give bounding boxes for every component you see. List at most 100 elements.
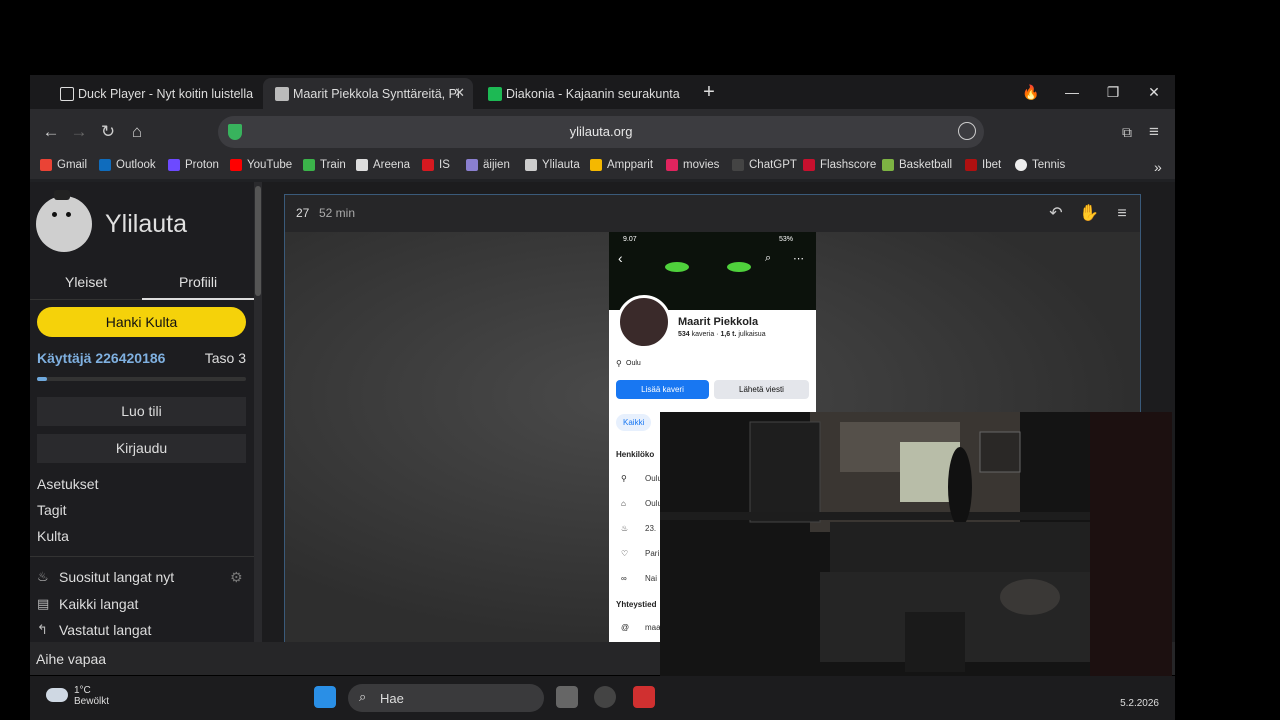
tabs-overview-icon[interactable]: ⧉ <box>1116 121 1138 143</box>
close-tab-icon[interactable]: ✕ <box>454 85 465 101</box>
back-icon: ‹ <box>618 250 623 266</box>
assistant-icon[interactable] <box>958 122 976 140</box>
tags-link[interactable]: Tagit <box>37 502 67 518</box>
reload-button[interactable]: ↻ <box>97 121 119 143</box>
search-placeholder: Hae <box>380 691 404 706</box>
bookmarks-overflow-icon[interactable]: » <box>1154 159 1162 175</box>
bookmarks-bar: Gmail Outlook Proton YouTube Train Areen… <box>30 155 1175 179</box>
app-icon[interactable] <box>594 686 616 708</box>
tab-label: Duck Player - Nyt koitin luistella <box>78 86 254 101</box>
list-icon: ▤ <box>37 596 50 611</box>
tab-diakonia[interactable]: Diakonia - Kajaanin seurakunta <box>476 78 692 109</box>
menu-icon[interactable]: ≡ <box>1143 121 1165 143</box>
bookmark-label: ChatGPT <box>749 159 797 171</box>
bookmark-ylilauta[interactable]: Ylilauta <box>525 159 580 171</box>
gear-icon[interactable]: ⚙ <box>230 569 243 586</box>
bookmark-is[interactable]: IS <box>422 159 450 171</box>
task-view-icon[interactable] <box>556 686 578 708</box>
section-personal: Henkilöko <box>616 450 655 459</box>
tab-strip: Duck Player - Nyt koitin luistella Maari… <box>30 75 1175 109</box>
ampparit-icon <box>590 159 602 171</box>
bookmark-outlook[interactable]: Outlook <box>99 159 156 171</box>
camera-feed <box>660 412 1172 700</box>
bookmark-chatgpt[interactable]: ChatGPT <box>732 159 797 171</box>
bookmark-basketball[interactable]: Basketball <box>882 159 952 171</box>
friends-count: 534 <box>678 331 690 338</box>
app-icon[interactable] <box>633 686 655 708</box>
active-tab-indicator <box>142 298 254 300</box>
gold-link[interactable]: Kulta <box>37 528 69 544</box>
sidebar-scrollbar[interactable] <box>254 182 262 642</box>
battery-level: 53% <box>779 236 794 243</box>
bookmark-ampparit[interactable]: Ampparit <box>590 159 653 171</box>
is-icon <box>422 159 434 171</box>
clock-date[interactable]: 5.2.2026 <box>1120 698 1159 709</box>
bookmark-aijien[interactable]: äijien <box>466 159 510 171</box>
sidebar-divider <box>30 556 254 557</box>
get-gold-button[interactable]: Hanki Kulta <box>37 307 246 337</box>
start-icon[interactable] <box>314 686 336 708</box>
taskbar-search[interactable]: ⌕ Hae <box>348 684 544 712</box>
close-window-button[interactable]: ✕ <box>1139 81 1169 103</box>
tab-ylilauta[interactable]: Maarit Piekkola Synttäreitä, Pi ✕ <box>263 78 473 109</box>
minimize-button[interactable]: — <box>1057 81 1087 103</box>
replied-threads-link[interactable]: ↰ Vastatut langat <box>37 622 151 638</box>
bookmark-label: movies <box>683 159 720 171</box>
weather-widget[interactable]: 1°C Bewölkt <box>58 685 109 707</box>
tab-duck-player[interactable]: Duck Player - Nyt koitin luistella <box>48 78 260 109</box>
tab-label: Maarit Piekkola Synttäreitä, Pi <box>293 86 460 101</box>
forward-button[interactable]: → <box>68 121 90 143</box>
brand-title[interactable]: Ylilauta <box>105 210 187 239</box>
board-topic[interactable]: Aihe vapaa <box>36 651 106 667</box>
restore-button[interactable]: ❐ <box>1098 81 1128 103</box>
info-value: Pari <box>645 549 660 558</box>
bookmark-youtube[interactable]: YouTube <box>230 159 292 171</box>
bookmark-ibet[interactable]: Ibet <box>965 159 1001 171</box>
menu-icon[interactable]: ≡ <box>1111 203 1133 225</box>
info-row: ⌂ Oulu <box>621 499 662 508</box>
home-button[interactable]: ⌂ <box>126 121 148 143</box>
bookmark-label: Proton <box>185 159 219 171</box>
bookmark-proton[interactable]: Proton <box>168 159 219 171</box>
all-threads-link[interactable]: ▤ Kaikki langat <box>37 596 138 612</box>
bookmark-gmail[interactable]: Gmail <box>40 159 87 171</box>
all-tab: Kaikki <box>616 414 652 431</box>
search-icon: ⌕ <box>359 689 367 704</box>
bookmark-movies[interactable]: movies <box>666 159 719 171</box>
tab-yleiset[interactable]: Yleiset <box>30 274 142 290</box>
link-label: Kaikki langat <box>59 596 139 612</box>
bookmark-train[interactable]: Train <box>303 159 346 171</box>
friends-label: kaveria <box>691 331 715 338</box>
tab-profiili[interactable]: Profiili <box>142 274 254 290</box>
back-button[interactable]: ← <box>40 121 62 143</box>
info-row: @ maa <box>621 623 661 632</box>
settings-link[interactable]: Asetukset <box>37 476 98 492</box>
bookmark-tennis[interactable]: Tennis <box>1015 159 1065 171</box>
address-bar[interactable]: ylilauta.org <box>218 116 984 148</box>
ylilauta-logo-icon[interactable] <box>36 190 92 252</box>
scrollbar-thumb[interactable] <box>255 186 261 296</box>
reply-icon[interactable]: ↶ <box>1045 203 1067 225</box>
ylilauta-favicon <box>275 86 289 101</box>
user-name[interactable]: Käyttäjä 226420186 <box>37 350 165 366</box>
login-button[interactable]: Kirjaudu <box>37 434 246 463</box>
popular-threads-link[interactable]: ♨ Suositut langat nyt <box>37 569 174 585</box>
bookmark-label: Tennis <box>1032 159 1066 171</box>
create-account-button[interactable]: Luo tili <box>37 397 246 426</box>
posts-label: julkaisua <box>738 331 766 338</box>
aijien-icon <box>466 159 478 171</box>
bookmark-areena[interactable]: Areena <box>356 159 410 171</box>
profile-city: Oulu <box>626 360 641 367</box>
search-icon: ⌕ <box>765 252 772 264</box>
bookmark-label: IS <box>439 159 450 171</box>
bookmark-label: Outlook <box>116 159 156 171</box>
info-value: maa <box>645 623 661 632</box>
react-icon[interactable]: ✋ <box>1078 203 1100 225</box>
new-tab-button[interactable]: + <box>694 81 724 103</box>
info-value: Nai <box>645 574 658 583</box>
post-time: 52 min <box>319 206 356 220</box>
fire-icon[interactable]: 🔥 <box>1016 81 1046 103</box>
bookmark-flashscore[interactable]: Flashscore <box>803 159 876 171</box>
flashscore-icon <box>803 159 815 171</box>
duck-player-icon <box>60 86 74 101</box>
